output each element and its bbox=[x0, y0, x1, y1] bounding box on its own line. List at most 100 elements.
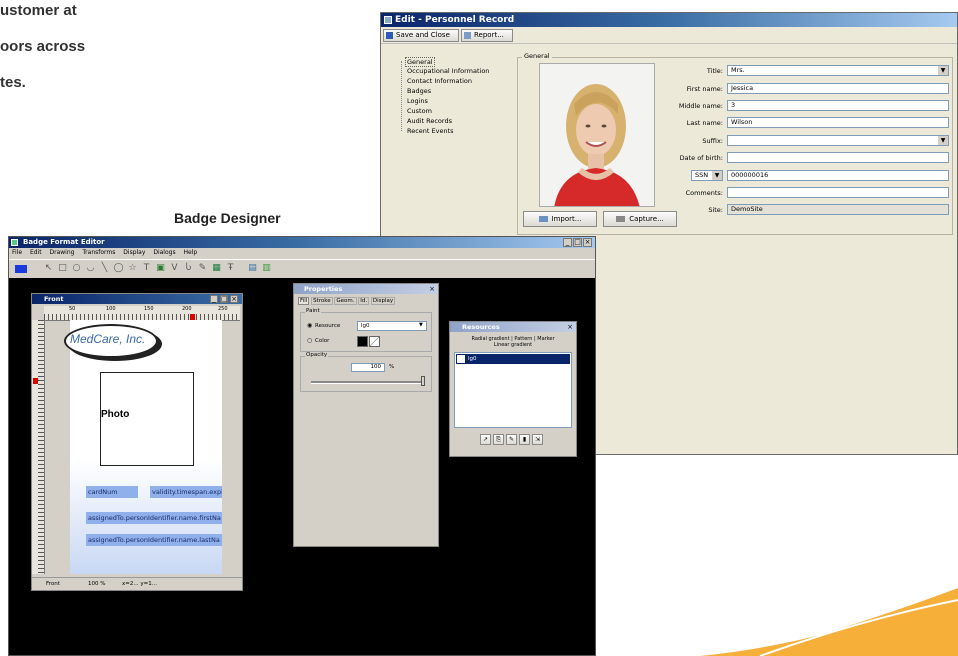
suffix-select[interactable] bbox=[727, 135, 949, 146]
last-name-field[interactable]: Wilson bbox=[727, 117, 949, 128]
front-maximize-button[interactable]: □ bbox=[220, 295, 228, 303]
ellipse-tool-icon[interactable]: ○ bbox=[71, 263, 82, 274]
resource-item-lg0[interactable]: lg0 bbox=[456, 354, 570, 364]
pen-tool-icon[interactable]: ✎ bbox=[197, 263, 208, 274]
slide-text-line-1: ustomer at bbox=[0, 2, 77, 19]
resource-edit-button[interactable]: ✎ bbox=[506, 434, 517, 445]
tree-item-audit[interactable]: Audit Records bbox=[407, 117, 452, 125]
resource-dropdown-arrow[interactable]: ▼ bbox=[419, 322, 423, 328]
title-dropdown-arrow[interactable]: ▼ bbox=[938, 66, 948, 75]
line-tool-icon[interactable]: ╲ bbox=[99, 263, 110, 274]
title-select[interactable]: Mrs. bbox=[727, 65, 949, 76]
resource-import-button[interactable]: ⇲ bbox=[532, 434, 543, 445]
select-tool-icon[interactable]: ↖ bbox=[43, 263, 54, 274]
tab-fill[interactable]: Fill bbox=[298, 297, 310, 305]
preview-tool-icon[interactable]: ▥ bbox=[261, 263, 272, 274]
id-number-field[interactable]: 000000016 bbox=[727, 170, 949, 181]
dob-field[interactable] bbox=[727, 152, 949, 163]
resource-new-button[interactable]: ↗ bbox=[480, 434, 491, 445]
first-name-binding[interactable]: assignedTo.personIdentifier.name.firstNa bbox=[86, 512, 222, 524]
menu-drawing[interactable]: Drawing bbox=[50, 249, 75, 256]
capture-button[interactable]: Capture... bbox=[603, 211, 677, 227]
menu-dialogs[interactable]: Dialogs bbox=[153, 249, 175, 256]
report-button[interactable]: Report... bbox=[461, 29, 513, 42]
resources-close-icon[interactable]: × bbox=[566, 323, 574, 331]
barcode-tool-icon[interactable]: ▦ bbox=[211, 263, 222, 274]
menu-help[interactable]: Help bbox=[184, 249, 198, 256]
save-and-close-button[interactable]: Save and Close bbox=[383, 29, 459, 42]
menu-file[interactable]: File bbox=[12, 249, 22, 256]
polygon-tool-icon[interactable]: ☆ bbox=[127, 263, 138, 274]
menu-edit[interactable]: Edit bbox=[30, 249, 42, 256]
close-button[interactable]: × bbox=[583, 238, 592, 247]
resource-item-label: lg0 bbox=[468, 356, 477, 362]
front-close-button[interactable]: × bbox=[230, 295, 238, 303]
rectangle-tool-icon[interactable]: □ bbox=[57, 263, 68, 274]
tab-stroke[interactable]: Stroke bbox=[311, 297, 333, 305]
import-button[interactable]: Import... bbox=[523, 211, 597, 227]
tree-item-contact[interactable]: Contact Information bbox=[407, 77, 472, 85]
resource-radio[interactable]: ◉ bbox=[307, 322, 312, 329]
tab-geom[interactable]: Geom. bbox=[334, 297, 357, 305]
curve-tool-icon[interactable]: Ⴑ bbox=[183, 263, 194, 274]
slide-text-line-2: oors across bbox=[0, 38, 86, 55]
resource-delete-button[interactable]: ▮ bbox=[519, 434, 530, 445]
field-tool-icon[interactable]: Ŧ bbox=[225, 263, 236, 274]
tab-id[interactable]: Id. bbox=[358, 297, 370, 305]
paint-label: Paint bbox=[305, 308, 321, 314]
first-name-label: First name: bbox=[686, 85, 723, 93]
first-name-field[interactable]: Jessica bbox=[727, 83, 949, 94]
front-title: Front bbox=[44, 295, 64, 303]
tree-item-custom[interactable]: Custom bbox=[407, 107, 432, 115]
status-zoom: 100 % bbox=[88, 581, 106, 587]
front-minimize-button[interactable]: _ bbox=[210, 295, 218, 303]
color-radio[interactable]: ○ bbox=[307, 337, 312, 344]
last-name-binding[interactable]: assignedTo.personIdentifier.name.lastNa bbox=[86, 534, 222, 546]
dob-label: Date of birth: bbox=[679, 154, 723, 162]
resource-select[interactable]: lg0 bbox=[357, 321, 427, 331]
color-swatch-black[interactable] bbox=[357, 336, 368, 347]
badge-card: MedCare, Inc. Photo cardNum validity.tim… bbox=[64, 320, 222, 574]
last-name-label: Last name: bbox=[686, 119, 723, 127]
validity-field[interactable]: validity.timespan.expi bbox=[150, 486, 222, 498]
color-swatch[interactable] bbox=[15, 265, 27, 273]
image-tool-icon[interactable]: ▣ bbox=[155, 263, 166, 274]
tab-display[interactable]: Display bbox=[370, 297, 396, 305]
path-tool-icon[interactable]: V bbox=[169, 263, 180, 274]
title-label: Title: bbox=[706, 67, 723, 75]
general-group-label: General bbox=[522, 52, 552, 60]
minimize-button[interactable]: _ bbox=[563, 238, 572, 247]
resources-tabs-row-2[interactable]: Linear gradient bbox=[452, 342, 574, 348]
middle-name-field[interactable]: 3 bbox=[727, 100, 949, 111]
tree-item-badges[interactable]: Badges bbox=[407, 87, 431, 95]
resource-copy-button[interactable]: ⎘ bbox=[493, 434, 504, 445]
comments-field[interactable] bbox=[727, 187, 949, 198]
color-picker-icon[interactable] bbox=[369, 336, 380, 347]
opacity-slider-track[interactable] bbox=[311, 381, 423, 384]
comments-label: Comments: bbox=[685, 189, 723, 197]
opacity-slider-thumb[interactable] bbox=[421, 376, 425, 386]
text-tool-icon[interactable]: T bbox=[141, 263, 152, 274]
circle-tool-icon[interactable]: ◯ bbox=[113, 263, 124, 274]
opacity-field[interactable]: 100 bbox=[351, 363, 385, 372]
arc-tool-icon[interactable]: ◡ bbox=[85, 263, 96, 274]
opacity-label: Opacity bbox=[305, 352, 329, 358]
properties-close-icon[interactable]: × bbox=[428, 285, 436, 293]
menu-display[interactable]: Display bbox=[123, 249, 145, 256]
status-coords: x=2... y=1... bbox=[122, 581, 157, 587]
suffix-dropdown-arrow[interactable]: ▼ bbox=[938, 136, 948, 145]
badge-app-icon bbox=[11, 239, 18, 246]
tree-item-general[interactable]: General bbox=[405, 57, 435, 67]
tree-item-occupational[interactable]: Occupational Information bbox=[407, 67, 489, 75]
import-label: Import... bbox=[551, 215, 582, 223]
tree-item-logins[interactable]: Logins bbox=[407, 97, 428, 105]
middle-name-label: Middle name: bbox=[678, 102, 723, 110]
vertical-ruler-marker-icon bbox=[33, 378, 38, 384]
grid-tool-icon[interactable]: ▤ bbox=[247, 263, 258, 274]
id-type-dropdown-arrow[interactable]: ▼ bbox=[712, 171, 722, 180]
front-window: Front _ □ × 50 100 150 200 250 MedCare, … bbox=[31, 293, 243, 591]
tree-item-recent[interactable]: Recent Events bbox=[407, 127, 454, 135]
maximize-button[interactable]: □ bbox=[573, 238, 582, 247]
card-number-field[interactable]: cardNum bbox=[86, 486, 138, 498]
menu-transforms[interactable]: Transforms bbox=[82, 249, 115, 256]
